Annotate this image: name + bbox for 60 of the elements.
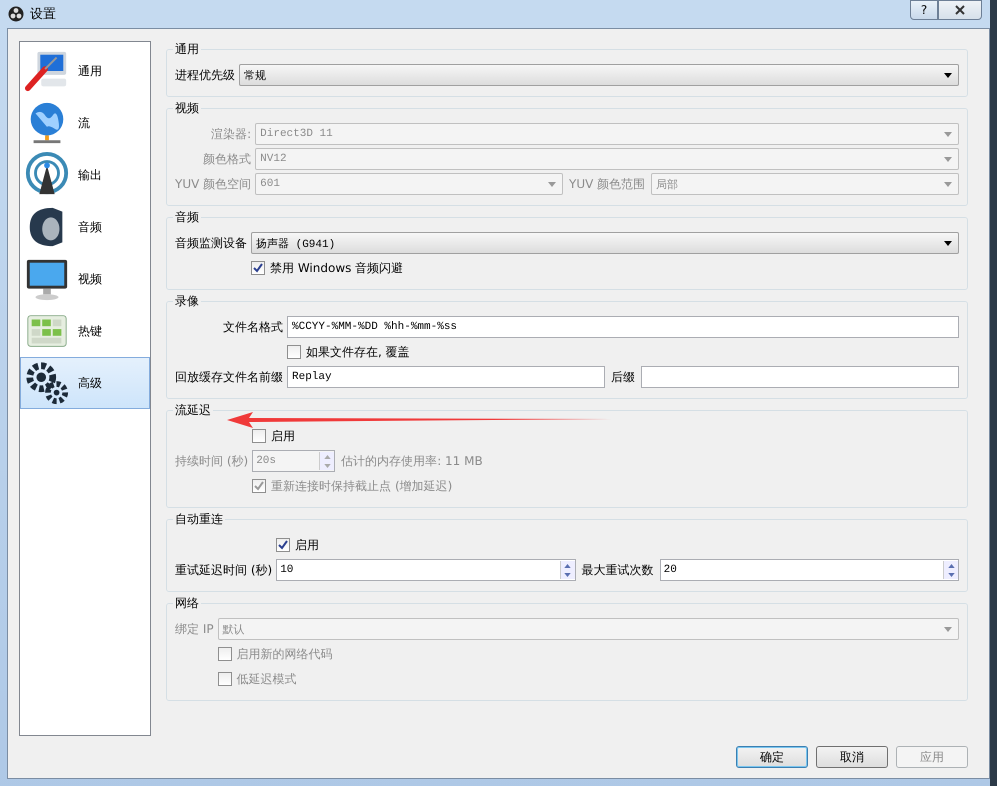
window-title: 设置 bbox=[30, 6, 56, 23]
spin-box[interactable]: 20 bbox=[660, 559, 959, 581]
checkbox[interactable]: 如果文件存在, 覆盖 bbox=[287, 344, 410, 360]
group-title: 网络 bbox=[174, 595, 200, 612]
gears-icon bbox=[24, 360, 70, 406]
field-label: 颜色格式 bbox=[202, 150, 252, 168]
checkbox[interactable]: 启用 bbox=[276, 536, 320, 554]
group-title: 流延迟 bbox=[174, 402, 212, 419]
close-icon bbox=[955, 5, 965, 15]
dropdown[interactable]: 扬声器 (G941) bbox=[251, 232, 959, 254]
app-logo-icon bbox=[8, 6, 24, 22]
spin-box[interactable]: 10 bbox=[276, 559, 576, 581]
group-title: 视频 bbox=[174, 100, 200, 117]
spin-arrows-icon[interactable] bbox=[560, 561, 575, 579]
field-label: 渲染器: bbox=[210, 126, 252, 142]
dialog-button[interactable]: 取消 bbox=[816, 746, 888, 768]
sidebar-item[interactable]: 输出 bbox=[20, 149, 150, 201]
checkbox-box[interactable] bbox=[251, 261, 265, 275]
group-title: 自动重连 bbox=[174, 511, 224, 528]
text-field[interactable]: Replay bbox=[287, 366, 605, 388]
field-label: 文件名格式 bbox=[222, 318, 283, 336]
caret-icon bbox=[944, 626, 952, 632]
caret-icon bbox=[944, 72, 952, 78]
field-label: 进程优先级 bbox=[175, 66, 235, 84]
close-button[interactable] bbox=[938, 0, 982, 20]
field-label: 音频监测设备 bbox=[175, 234, 247, 252]
caret-icon bbox=[944, 132, 952, 136]
spin-arrows-icon[interactable] bbox=[943, 561, 958, 579]
dropdown[interactable]: 常规 bbox=[239, 64, 959, 86]
field-label: 回放缓存文件名前缀 bbox=[175, 368, 283, 386]
caret-icon bbox=[944, 182, 952, 186]
group-title: 通用 bbox=[174, 41, 200, 58]
checkbox[interactable]: 启用 bbox=[252, 428, 296, 444]
sidebar-item[interactable]: 音频 bbox=[20, 201, 150, 253]
help-button[interactable]: ? bbox=[910, 0, 938, 20]
field-label: YUV 颜色空间 bbox=[175, 176, 252, 192]
sidebar-item[interactable]: 流 bbox=[20, 97, 150, 149]
field-label: 持续时间 (秒) bbox=[175, 452, 248, 470]
checkbox-box[interactable] bbox=[276, 538, 290, 552]
dialog-button[interactable]: 确定 bbox=[736, 746, 808, 768]
group-title: 录像 bbox=[174, 293, 200, 310]
field-label: 绑定 IP bbox=[175, 620, 214, 638]
sidebar-item[interactable]: 热键 bbox=[20, 305, 150, 357]
checkbox-box[interactable] bbox=[287, 345, 301, 359]
checkbox-box[interactable] bbox=[252, 429, 266, 443]
caret-icon bbox=[944, 240, 952, 246]
sidebar-item[interactable]: 高级 bbox=[20, 357, 150, 409]
group-title: 音频 bbox=[174, 209, 200, 226]
field-label: YUV 颜色范围 bbox=[569, 176, 646, 192]
sidebar-item[interactable]: 视频 bbox=[20, 253, 150, 305]
caret-icon bbox=[548, 182, 556, 186]
text-field[interactable]: %CCYY-%MM-%DD %hh-%mm-%ss bbox=[287, 316, 959, 338]
text-field[interactable] bbox=[641, 366, 959, 388]
field-label: 最大重试次数 bbox=[582, 562, 654, 578]
field-label: 后缀 bbox=[611, 368, 635, 386]
field-label: 估计的内存使用率: 11 MB bbox=[341, 452, 483, 470]
sidebar-item[interactable]: 通用 bbox=[20, 45, 150, 97]
caret-icon bbox=[944, 156, 952, 162]
field-label: 重试延迟时间 (秒) bbox=[175, 562, 272, 578]
checkbox[interactable]: 禁用 Windows 音频闪避 bbox=[251, 260, 404, 276]
